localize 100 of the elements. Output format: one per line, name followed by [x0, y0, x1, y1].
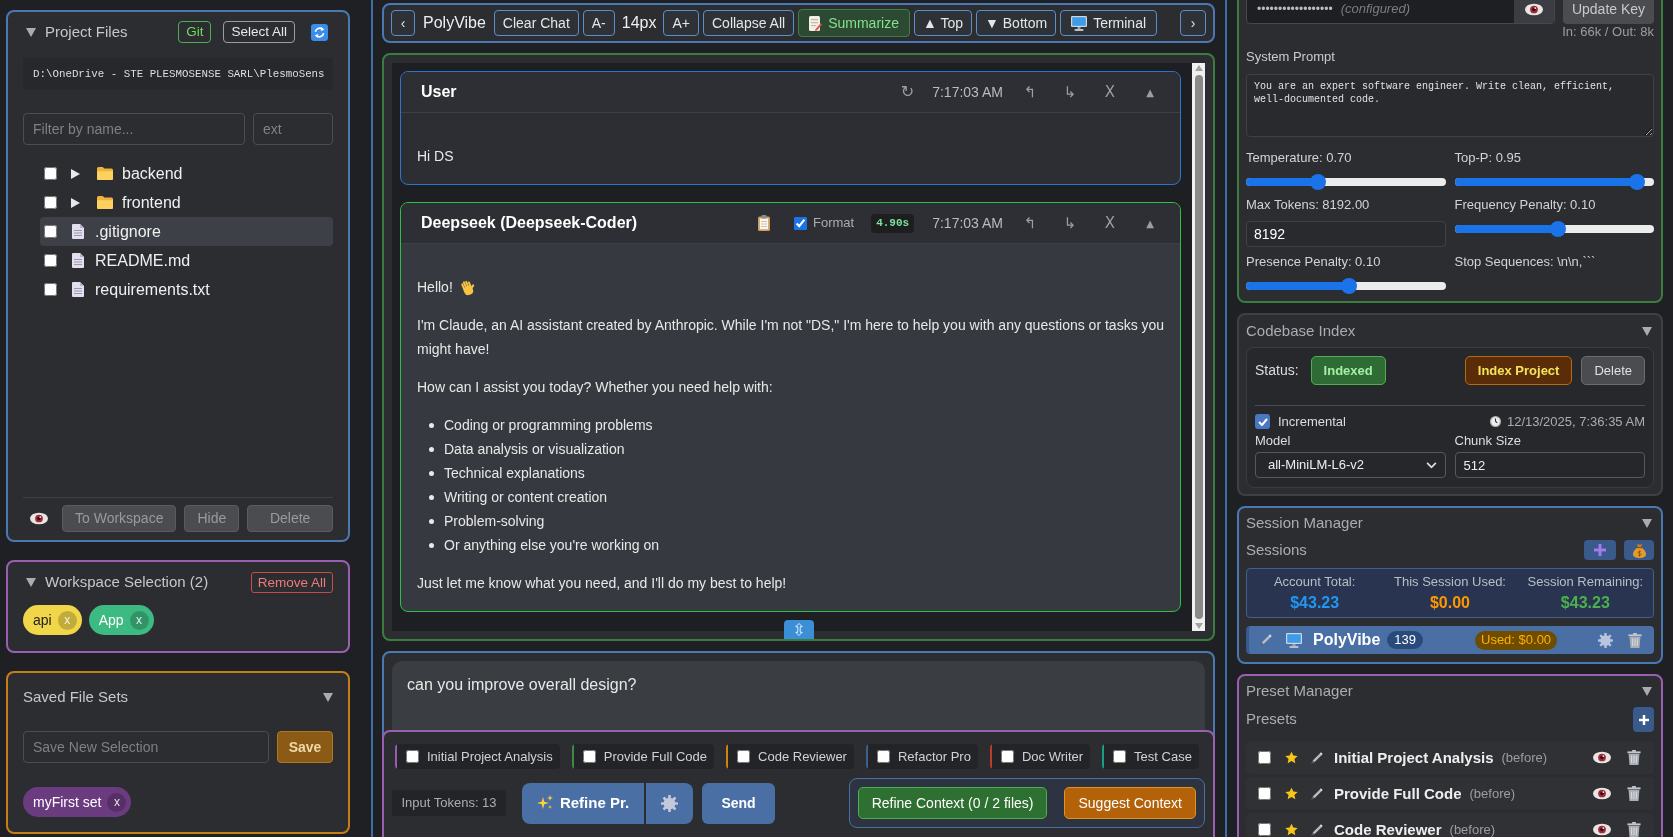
- select-all-button[interactable]: Select All: [223, 21, 295, 43]
- caret-down-icon[interactable]: [1642, 326, 1652, 336]
- update-key-button[interactable]: Update Key: [1563, 0, 1654, 24]
- message-action-button[interactable]: ↳: [1050, 211, 1090, 235]
- preset-checkbox[interactable]: [876, 750, 890, 763]
- preset-checkbox[interactable]: [1000, 750, 1014, 763]
- clear-chat-button[interactable]: Clear Chat: [493, 10, 579, 36]
- remove-all-button[interactable]: Remove All: [250, 571, 333, 593]
- previous-button[interactable]: ‹: [391, 10, 415, 36]
- preset-chip[interactable]: Provide Full Code: [571, 744, 715, 769]
- slider-thumb[interactable]: [1310, 174, 1327, 190]
- setting-slider[interactable]: [1246, 278, 1446, 294]
- setting-slider[interactable]: [1454, 174, 1654, 190]
- message-action-button[interactable]: X: [1090, 80, 1130, 104]
- message-action-button[interactable]: ▲: [1130, 84, 1170, 100]
- send-button[interactable]: Send: [702, 782, 775, 824]
- resize-handle[interactable]: [783, 620, 814, 639]
- file-checkbox[interactable]: [44, 196, 57, 209]
- system-prompt-field[interactable]: You are an expert software engineer. Write clean, efficient, well-documented code.: [1246, 74, 1654, 137]
- incremental-checkbox[interactable]: [1255, 414, 1270, 429]
- message-action-button[interactable]: ▲: [1130, 215, 1170, 231]
- save-button[interactable]: Save: [277, 731, 333, 763]
- add-preset-button[interactable]: [1633, 707, 1654, 732]
- caret-down-icon[interactable]: [26, 577, 36, 587]
- index-project-button[interactable]: Index Project: [1464, 356, 1573, 385]
- trash-icon[interactable]: [1627, 786, 1641, 801]
- caret-right-icon[interactable]: [71, 197, 80, 208]
- trash-icon[interactable]: [1627, 750, 1641, 765]
- slider-thumb[interactable]: [1341, 278, 1358, 294]
- message-action-button[interactable]: ↰: [1010, 80, 1050, 104]
- eye-icon[interactable]: [1593, 823, 1611, 836]
- caret-down-icon[interactable]: [26, 27, 36, 37]
- next-button[interactable]: ›: [1180, 10, 1206, 36]
- billing-button[interactable]: [1624, 540, 1654, 560]
- message-action-button[interactable]: ↰: [1010, 211, 1050, 235]
- refine-settings-button[interactable]: [646, 782, 693, 824]
- delete-index-button[interactable]: Delete: [1581, 356, 1645, 385]
- new-session-button[interactable]: [1584, 540, 1616, 560]
- font-increase-button[interactable]: A+: [663, 10, 699, 36]
- preset-checkbox[interactable]: [1258, 823, 1271, 836]
- file-checkbox[interactable]: [44, 254, 57, 267]
- suggest-context-button[interactable]: Suggest Context: [1064, 787, 1196, 819]
- preset-checkbox[interactable]: [737, 750, 751, 763]
- format-checkbox[interactable]: [794, 216, 807, 230]
- star-icon[interactable]: [1285, 751, 1298, 764]
- caret-down-icon[interactable]: [1642, 518, 1652, 528]
- font-decrease-button[interactable]: A-: [582, 10, 615, 36]
- pencil-icon[interactable]: [1311, 823, 1323, 836]
- remove-chip-button[interactable]: x: [107, 792, 127, 812]
- summarize-button[interactable]: Summarize: [798, 9, 910, 37]
- scroll-bottom-button[interactable]: ▼ Bottom: [976, 10, 1057, 36]
- pencil-icon[interactable]: [1260, 634, 1272, 646]
- preset-chip[interactable]: Test Case: [1102, 744, 1199, 769]
- scrollbar-thumb[interactable]: [1194, 75, 1203, 619]
- refine-context-button[interactable]: Refine Context (0 / 2 files): [857, 787, 1048, 819]
- preset-checkbox[interactable]: [1258, 751, 1271, 764]
- preset-checkbox[interactable]: [1113, 750, 1127, 763]
- slider-thumb[interactable]: [1628, 174, 1645, 190]
- gear-icon[interactable]: [1598, 632, 1613, 648]
- file-name[interactable]: README.md: [95, 248, 191, 273]
- workspace-tag[interactable]: api x: [23, 605, 82, 635]
- extension-field[interactable]: ext: [253, 113, 333, 145]
- pencil-icon[interactable]: [1311, 751, 1323, 764]
- eye-icon[interactable]: [1593, 751, 1611, 764]
- preset-chip[interactable]: Initial Project Analysis: [395, 744, 560, 769]
- refine-prompt-button[interactable]: Refine Pr.: [522, 782, 644, 824]
- collapse-all-button[interactable]: Collapse All: [703, 10, 795, 36]
- eye-icon[interactable]: [1525, 2, 1543, 16]
- star-icon[interactable]: [1285, 787, 1298, 800]
- file-checkbox[interactable]: [44, 167, 57, 180]
- message-input[interactable]: can you improve overall design?: [392, 661, 1205, 730]
- file-name[interactable]: requirements.txt: [95, 277, 210, 302]
- preset-chip[interactable]: Doc Writer: [989, 744, 1091, 769]
- scrollbar[interactable]: [1192, 63, 1205, 631]
- scroll-top-button[interactable]: ▲ Top: [913, 10, 973, 36]
- max-tokens-field[interactable]: 8192: [1246, 221, 1446, 247]
- preset-chip[interactable]: Refactor Pro: [865, 744, 978, 769]
- setting-slider[interactable]: [1454, 221, 1654, 237]
- retry-button[interactable]: ↻: [900, 80, 915, 104]
- folder-name[interactable]: frontend: [122, 190, 181, 215]
- pencil-icon[interactable]: [1311, 787, 1323, 800]
- show-key-button[interactable]: [1514, 0, 1554, 23]
- git-button[interactable]: Git: [178, 21, 212, 43]
- file-checkbox[interactable]: [44, 283, 57, 296]
- preset-checkbox[interactable]: [582, 750, 596, 763]
- file-name[interactable]: .gitignore: [95, 219, 161, 244]
- preset-chip[interactable]: Code Reviewer: [726, 744, 854, 769]
- eye-icon[interactable]: [1593, 787, 1611, 800]
- selection-name-field[interactable]: Save New Selection: [23, 731, 269, 763]
- folder-name[interactable]: backend: [122, 161, 183, 186]
- message-action-button[interactable]: X: [1090, 211, 1130, 235]
- filter-name-field[interactable]: Filter by name...: [23, 113, 245, 145]
- file-checkbox[interactable]: [44, 225, 57, 238]
- star-icon[interactable]: [1285, 823, 1298, 836]
- slider-thumb[interactable]: [1549, 221, 1566, 237]
- caret-down-icon[interactable]: [1642, 686, 1652, 696]
- terminal-button[interactable]: Terminal: [1060, 10, 1158, 36]
- clipboard-icon[interactable]: [758, 215, 770, 231]
- caret-down-icon[interactable]: [323, 692, 333, 702]
- session-row[interactable]: PolyVibe 139 Used: $0.00: [1246, 626, 1654, 654]
